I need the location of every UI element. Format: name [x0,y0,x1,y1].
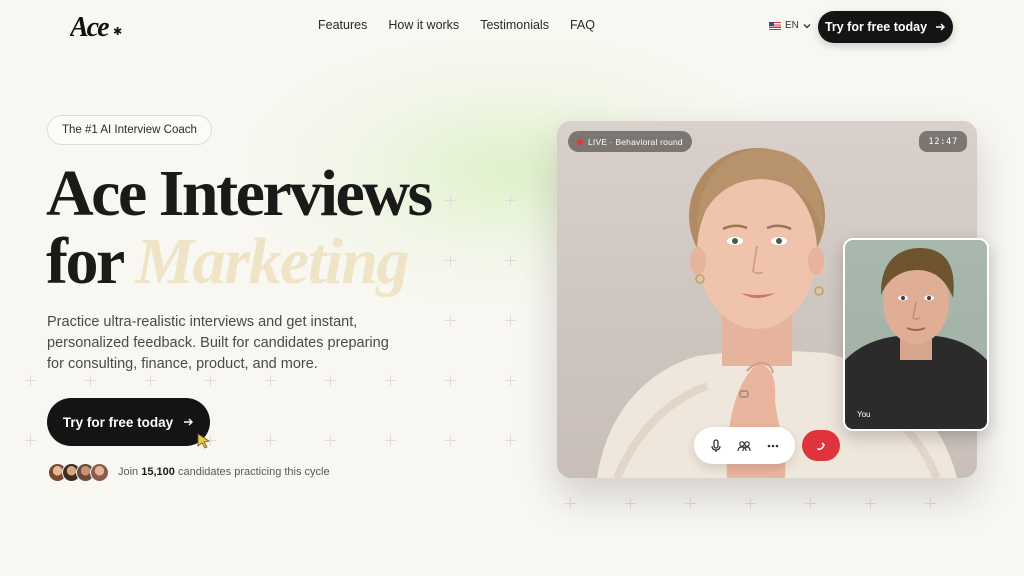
header-cta-button[interactable]: Try for free today [818,11,953,43]
microphone-icon [711,438,721,452]
arrow-right-icon [184,418,194,426]
live-label: LIVE · Behavioral round [588,136,683,147]
language-selector[interactable]: EN [769,20,811,31]
social-proof: Join 15,100 candidates practicing this c… [118,466,330,478]
hero-subtext: Practice ultra-realistic interviews and … [47,314,389,372]
hero-headline: Ace Interviews for Marketing [46,157,433,296]
plus-decoration [265,435,276,446]
plus-decoration [625,498,636,509]
plus-decoration [85,375,96,386]
plus-decoration [505,195,516,206]
nav-faq[interactable]: FAQ [570,18,595,32]
more-icon [767,444,779,447]
end-call-icon [817,442,825,450]
hero-cta-label: Try for free today [62,414,174,430]
plus-decoration [325,375,336,386]
plus-decoration [445,315,456,326]
ace-logo[interactable]: Ace ✱ [70,9,122,43]
social-suffix: candidates practicing this cycle [177,466,330,478]
header-cta-label: Try for free today [824,20,928,34]
self-view-label: You [857,410,871,419]
mute-button[interactable] [706,436,726,456]
plus-decoration [445,195,456,206]
plus-decoration [25,435,36,446]
plus-decoration [325,435,336,446]
plus-decoration [505,255,516,266]
call-timer: 12:47 [919,131,967,152]
live-dot-icon [577,138,583,145]
logo-text: Ace [70,12,109,43]
plus-decoration [265,375,276,386]
plus-decoration [865,498,876,509]
us-flag-icon [769,21,781,30]
plus-decoration [505,375,516,386]
language-label: EN [785,20,799,31]
nav-testimonials[interactable]: Testimonials [480,18,549,32]
more-options-button[interactable] [763,436,783,456]
plus-decoration [805,498,816,509]
cursor-icon [197,433,211,449]
call-controls [694,427,795,464]
social-count: 15,100 [141,466,175,478]
plus-decoration [205,375,216,386]
plus-decoration [25,375,36,386]
plus-decoration [505,435,516,446]
plus-decoration [445,435,456,446]
end-call-button[interactable] [802,430,840,461]
hero-badge-text: The #1 AI Interview Coach [62,124,197,136]
headline-line1: Ace Interviews [46,157,433,230]
plus-decoration [925,498,936,509]
avatar-stack [48,463,109,482]
participants-button[interactable] [734,436,754,456]
nav-how-it-works[interactable]: How it works [388,18,459,32]
headline-for: for [46,225,124,298]
plus-decoration [145,375,156,386]
hero-cta-button[interactable]: Try for free today [47,398,210,446]
self-view-image [845,248,987,429]
arrow-right-icon [936,23,946,31]
plus-decoration [745,498,756,509]
site-header: Ace ✱ Features How it works Testimonials… [0,0,1024,52]
svg-text:✱: ✱ [113,26,122,38]
nav-features[interactable]: Features [318,18,367,32]
headline-line2: for Marketing [46,228,431,296]
hero-badge: The #1 AI Interview Coach [47,115,212,145]
chevron-down-icon [803,23,811,28]
headline-accent: Marketing [135,225,410,298]
participants-icon [737,440,752,451]
plus-decoration [445,375,456,386]
plus-decoration [385,375,396,386]
live-badge: LIVE · Behavioral round [568,131,692,152]
plus-decoration [445,255,456,266]
avatar [90,463,109,482]
social-prefix: Join [118,466,139,478]
plus-decoration [505,315,516,326]
main-nav: Features How it works Testimonials FAQ [318,18,595,32]
self-view-video: You [843,238,989,431]
plus-decoration [565,498,576,509]
plus-decoration [685,498,696,509]
plus-decoration [385,435,396,446]
